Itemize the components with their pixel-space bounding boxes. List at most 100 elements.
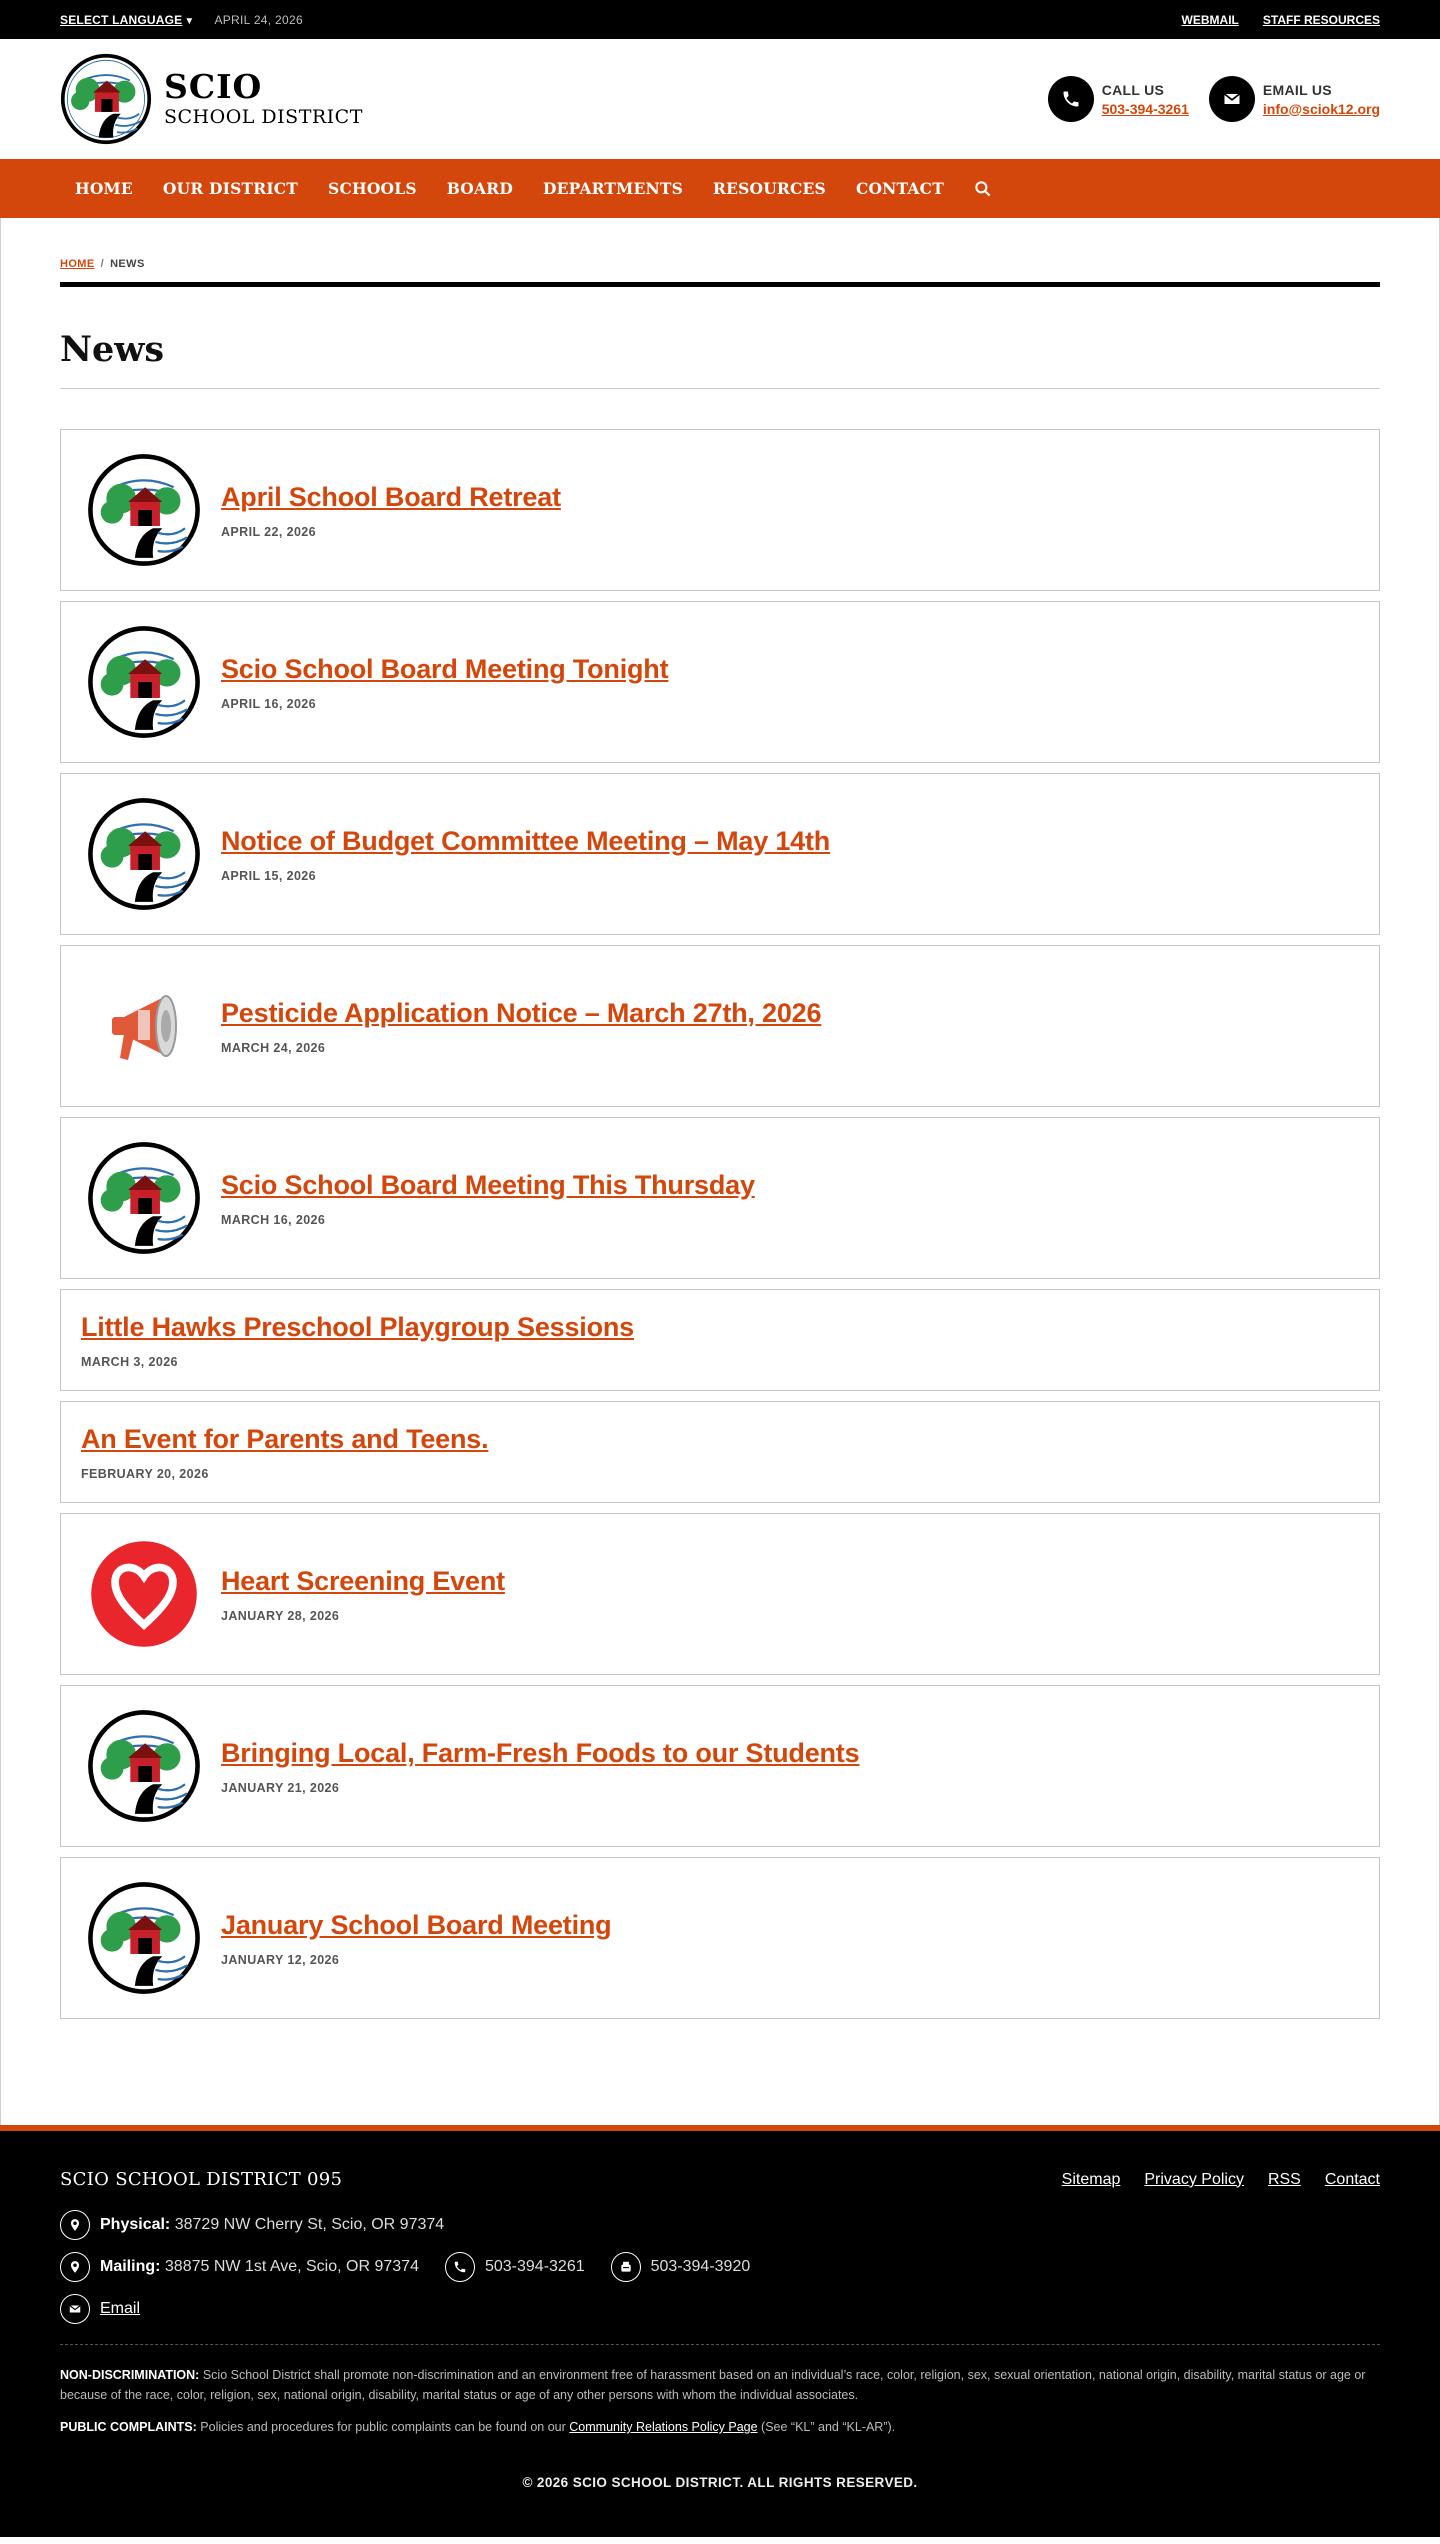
- map-pin-icon: [60, 2210, 90, 2240]
- news-card: Little Hawks Preschool Playgroup Session…: [60, 1289, 1380, 1391]
- footer-link-rss[interactable]: RSS: [1268, 2171, 1301, 2189]
- footer-link-privacy[interactable]: Privacy Policy: [1144, 2171, 1244, 2189]
- news-card: Pesticide Application Notice – March 27t…: [60, 945, 1380, 1107]
- public-complaints-notice: PUBLIC COMPLAINTS: Policies and procedur…: [60, 2417, 1380, 2437]
- footer-fax-value: 503-394-3920: [650, 2258, 751, 2275]
- mailing-label: Mailing:: [100, 2258, 161, 2275]
- footer-divider: [60, 2344, 1380, 2345]
- district-name: SCIO: [164, 66, 263, 106]
- footer-phone[interactable]: 503-394-3261: [444, 2252, 585, 2282]
- email-us-label: EMAIL US: [1262, 81, 1332, 98]
- breadcrumb-separator: /: [100, 258, 105, 270]
- news-date: APRIL 22, 2026: [221, 524, 317, 539]
- news-thumbnail[interactable]: [85, 795, 203, 913]
- breadcrumb-current: NEWS: [110, 258, 145, 270]
- copyright: © 2026 SCIO SCHOOL DISTRICT. ALL RIGHTS …: [522, 2475, 918, 2490]
- district-brand[interactable]: SCIO SCHOOL DISTRICT: [60, 53, 363, 145]
- district-logo-icon: [88, 798, 200, 910]
- district-logo-icon: [88, 1710, 200, 1822]
- nav-item-board[interactable]: BOARD: [432, 179, 528, 198]
- news-title-link[interactable]: Bringing Local, Farm-Fresh Foods to our …: [221, 1738, 860, 1769]
- district-logo-icon: [88, 626, 200, 738]
- footer-org-name: SCIO SCHOOL DISTRICT 095: [60, 2169, 343, 2190]
- news-thumbnail[interactable]: [85, 1139, 203, 1257]
- nav-item-our-district[interactable]: OUR DISTRICT: [148, 179, 313, 198]
- news-card: An Event for Parents and Teens. FEBRUARY…: [60, 1401, 1380, 1503]
- community-relations-link[interactable]: Community Relations Policy Page: [569, 2420, 757, 2434]
- main-content: HOME / NEWS News April School Board Retrea…: [0, 218, 1440, 2125]
- select-language-button[interactable]: SELECT LANGUAGE ▼: [60, 13, 194, 27]
- call-us: CALL US 503-394-3261: [1047, 76, 1189, 122]
- news-title-link[interactable]: An Event for Parents and Teens.: [81, 1424, 489, 1455]
- news-thumbnail[interactable]: [85, 1879, 203, 1997]
- news-title-link[interactable]: Scio School Board Meeting Tonight: [221, 654, 669, 685]
- map-pin-icon: [60, 2252, 90, 2282]
- news-title-link[interactable]: Heart Screening Event: [221, 1566, 505, 1597]
- district-logo-icon: [88, 454, 200, 566]
- news-thumbnail[interactable]: [85, 967, 203, 1085]
- news-date: APRIL 16, 2026: [221, 696, 317, 711]
- webmail-link[interactable]: WEBMAIL: [1182, 13, 1239, 27]
- news-thumbnail[interactable]: [85, 623, 203, 741]
- phone-icon: [444, 2252, 475, 2282]
- district-logo-icon: [88, 1882, 200, 1994]
- main-nav: HOME OUR DISTRICT SCHOOLS BOARD DEPARTME…: [0, 159, 1440, 218]
- mailing-address: Mailing: 38875 NW 1st Ave, Scio, OR 9737…: [60, 2252, 419, 2282]
- email-us: EMAIL US info@sciok12.org: [1208, 76, 1380, 122]
- news-card: Heart Screening Event JANUARY 28, 2026: [60, 1513, 1380, 1675]
- news-title-link[interactable]: Scio School Board Meeting This Thursday: [221, 1170, 755, 1201]
- public-complaints-text: Policies and procedures for public compl…: [200, 2420, 566, 2434]
- footer-link-contact[interactable]: Contact: [1325, 2171, 1380, 2189]
- call-us-label: CALL US: [1101, 81, 1165, 98]
- physical-label: Physical:: [100, 2216, 171, 2233]
- district-subname: SCHOOL DISTRICT: [164, 106, 363, 129]
- megaphone-icon: [112, 995, 177, 1060]
- news-date: MARCH 3, 2026: [81, 1354, 178, 1369]
- breadcrumb-home[interactable]: HOME: [60, 258, 95, 270]
- nav-item-resources[interactable]: RESOURCES: [698, 179, 841, 198]
- site-header: SCIO SCHOOL DISTRICT CALL US 503-394-326…: [0, 39, 1440, 159]
- utility-bar: SELECT LANGUAGE ▼ APRIL 24, 2026 WEBMAIL …: [0, 0, 1440, 39]
- public-complaints-label: PUBLIC COMPLAINTS:: [60, 2420, 197, 2434]
- news-card: Notice of Budget Committee Meeting – May…: [60, 773, 1380, 935]
- non-discrimination-text: Scio School District shall promote non-d…: [60, 2368, 1366, 2402]
- news-thumbnail[interactable]: [85, 451, 203, 569]
- email-link[interactable]: info@sciok12.org: [1263, 101, 1380, 117]
- news-date: JANUARY 28, 2026: [221, 1608, 340, 1623]
- nav-item-departments[interactable]: DEPARTMENTS: [528, 179, 698, 198]
- phone-icon: [1047, 76, 1094, 122]
- search-icon[interactable]: [973, 179, 993, 199]
- footer-email[interactable]: Email: [60, 2294, 140, 2324]
- envelope-icon: [1208, 76, 1255, 122]
- news-card: Bringing Local, Farm-Fresh Foods to our …: [60, 1685, 1380, 1847]
- news-title-link[interactable]: Pesticide Application Notice – March 27t…: [221, 998, 822, 1029]
- news-title-link[interactable]: Notice of Budget Committee Meeting – May…: [221, 826, 830, 857]
- news-thumbnail[interactable]: [85, 1535, 203, 1653]
- breadcrumb: HOME / NEWS: [60, 258, 1380, 287]
- mailing-value: 38875 NW 1st Ave, Scio, OR 97374: [164, 2258, 419, 2275]
- footer-link-sitemap[interactable]: Sitemap: [1062, 2171, 1121, 2189]
- phone-link[interactable]: 503-394-3261: [1102, 101, 1189, 117]
- physical-value: 38729 NW Cherry St, Scio, OR 97374: [174, 2216, 445, 2233]
- nav-item-home[interactable]: HOME: [60, 179, 148, 198]
- news-date: JANUARY 21, 2026: [221, 1780, 340, 1795]
- news-title-link[interactable]: April School Board Retreat: [221, 482, 561, 513]
- nav-item-contact[interactable]: CONTACT: [841, 179, 959, 198]
- news-title-link[interactable]: Little Hawks Preschool Playgroup Session…: [81, 1312, 634, 1343]
- news-list: April School Board Retreat APRIL 22, 202…: [60, 429, 1380, 2019]
- staff-resources-link[interactable]: STAFF RESOURCES: [1263, 13, 1380, 27]
- heart-icon: [91, 1541, 197, 1647]
- fax-icon: [610, 2252, 641, 2282]
- news-card: April School Board Retreat APRIL 22, 202…: [60, 429, 1380, 591]
- news-date: APRIL 15, 2026: [221, 868, 317, 883]
- envelope-icon: [60, 2294, 90, 2324]
- footer-email-link[interactable]: Email: [100, 2300, 140, 2318]
- news-card: Scio School Board Meeting Tonight APRIL …: [60, 601, 1380, 763]
- news-date: JANUARY 12, 2026: [221, 1952, 340, 1967]
- news-thumbnail[interactable]: [85, 1707, 203, 1825]
- nav-item-schools[interactable]: SCHOOLS: [313, 179, 432, 198]
- non-discrimination-label: NON-DISCRIMINATION:: [60, 2368, 200, 2382]
- page-title: News: [60, 329, 1380, 389]
- news-title-link[interactable]: January School Board Meeting: [221, 1910, 612, 1941]
- news-card: Scio School Board Meeting This Thursday …: [60, 1117, 1380, 1279]
